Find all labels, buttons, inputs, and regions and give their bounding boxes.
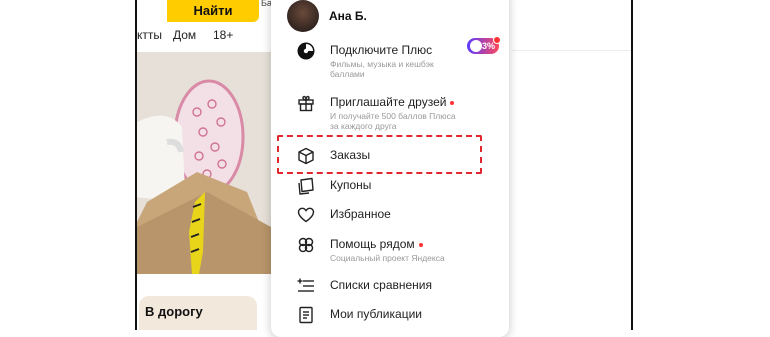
category-item[interactable]: 18+ [213, 28, 233, 42]
menu-item-plus[interactable]: Подключите Плюс Фильмы, музыка и кешбэк б… [271, 36, 509, 79]
cashback-badge: 3% [467, 36, 501, 54]
banner-illustration [137, 52, 271, 274]
category-item[interactable]: ктты [137, 28, 162, 42]
menu-item-label: Избранное [330, 207, 391, 221]
menu-item-subtitle: И получайте 500 баллов Плюса за каждого д… [330, 111, 456, 131]
divider [512, 50, 631, 51]
menu-item-label: Подключите Плюс [330, 43, 433, 57]
find-button[interactable]: Найти [167, 0, 259, 22]
menu-item-label: Мои публикации [330, 307, 422, 321]
category-item[interactable]: Дом [173, 28, 196, 42]
notification-dot [493, 36, 501, 44]
menu-item-subtitle: Фильмы, музыка и кешбэк баллами [330, 59, 434, 79]
document-icon [299, 306, 313, 324]
menu-item-coupons[interactable]: Купоны [271, 175, 509, 199]
notification-dot [418, 242, 423, 247]
menu-item-invite[interactable]: Приглашайте друзей И получайте 500 балло… [271, 92, 509, 131]
menu-item-label: Приглашайте друзей [330, 95, 455, 109]
menu-item-favorites[interactable]: Избранное [271, 204, 509, 228]
coupon-icon [298, 177, 314, 195]
menu-item-label: Купоны [330, 178, 372, 192]
plus-logo-icon [297, 42, 315, 60]
avatar [287, 0, 319, 32]
menu-item-label: Помощь рядом [330, 237, 423, 251]
promo-banner-image[interactable] [137, 52, 271, 274]
orders-highlight-box [277, 135, 482, 174]
promo-card[interactable]: В дорогу [139, 296, 257, 330]
user-name: Ана Б. [329, 9, 367, 23]
menu-item-publications[interactable]: Мои публикации [271, 304, 509, 328]
user-header[interactable]: Ана Б. [287, 0, 367, 32]
menu-item-compare[interactable]: Списки сравнения [271, 275, 509, 299]
heart-icon [297, 207, 315, 223]
menu-item-help[interactable]: Помощь рядом Социальный проект Яндекса [271, 234, 509, 263]
gift-icon [298, 95, 314, 112]
compare-list-icon [297, 278, 314, 292]
plus-badge-icon [470, 40, 482, 52]
help-nearby-icon [298, 237, 314, 253]
menu-item-subtitle: Социальный проект Яндекса [330, 253, 445, 263]
promo-title: В дорогу [145, 304, 203, 319]
menu-item-label: Списки сравнения [330, 278, 433, 292]
notification-dot [450, 100, 455, 105]
